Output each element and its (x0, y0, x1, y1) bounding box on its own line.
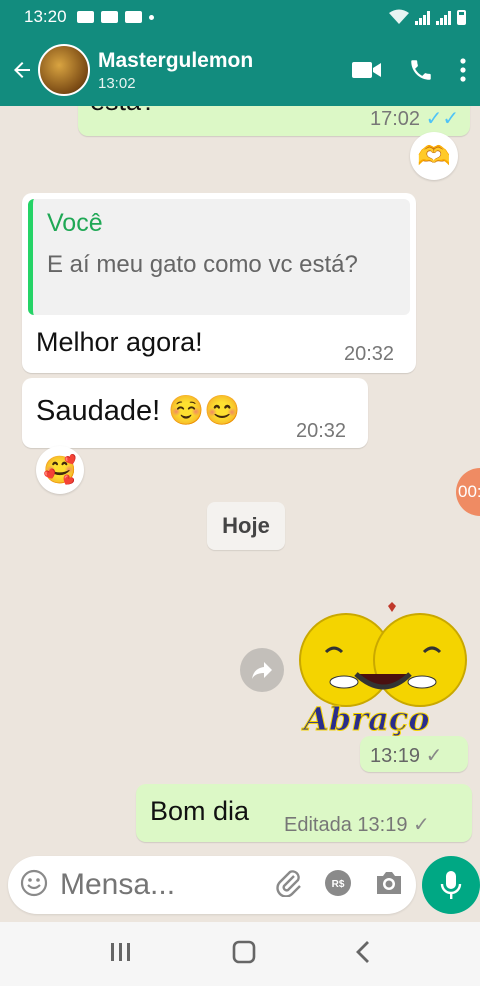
payment-icon: R$ (325, 869, 351, 896)
heart-hands-icon: 🫶 (417, 141, 451, 171)
wifi-icon (389, 9, 409, 24)
status-bar: 13:20 (0, 0, 480, 34)
youtube-notification-icon (124, 11, 142, 23)
emoji-icon (20, 869, 48, 896)
camera-button[interactable] (374, 870, 404, 901)
contact-name: Mastergulemon (98, 48, 254, 72)
contact-info[interactable]: Mastergulemon 13:02 (98, 49, 253, 92)
more-notifications-icon (148, 14, 154, 20)
system-icons (389, 9, 466, 25)
battery-icon (457, 10, 466, 25)
smiling-face-hearts-icon: 🥰 (43, 455, 77, 485)
more-vert-icon (460, 58, 466, 82)
voice-call-button[interactable] (408, 57, 434, 83)
last-seen: 13:02 (98, 74, 136, 92)
message-time: 20:32 (344, 343, 395, 365)
quote-text: E aí meu gato como vc está? (47, 251, 358, 278)
svg-text:R$: R$ (332, 879, 345, 890)
date-label: Hoje (222, 513, 270, 538)
time-label: 13:19 (357, 814, 408, 836)
message-bubble-incoming[interactable]: Você E aí meu gato como vc está? Melhor … (22, 193, 416, 373)
message-input[interactable] (60, 868, 220, 902)
message-text: Saudade! ☺️😊 (36, 395, 241, 427)
sticker-caption: Abraço (304, 700, 431, 739)
home-button[interactable] (232, 940, 256, 969)
reaction-badge[interactable]: 🥰 (36, 446, 84, 494)
back-chevron-icon (355, 940, 369, 963)
message-text: Bom dia (150, 796, 250, 826)
message-composer: R$ (8, 856, 416, 914)
message-time: 20:32 (296, 420, 347, 442)
forward-button[interactable] (240, 648, 284, 692)
paperclip-icon (276, 869, 301, 898)
forward-icon (252, 662, 272, 679)
back-arrow-icon (14, 62, 30, 78)
sent-tick-icon: ✓ (413, 814, 430, 836)
chat-area[interactable]: está? 17:02 ✓✓ 🫶 Você E aí meu gato como… (0, 106, 480, 856)
signal-2-icon (436, 11, 451, 25)
system-navigation-bar (0, 922, 480, 986)
app-notification-icon (100, 11, 118, 23)
message-text: está? (90, 106, 156, 117)
date-divider: Hoje (207, 502, 285, 550)
time-label: 13:19 (370, 745, 421, 767)
back-nav-button[interactable] (355, 940, 371, 969)
message-edited-meta: Editada 13:19 ✓ (284, 812, 430, 837)
message-bubble-outgoing[interactable]: Bom dia Editada 13:19 ✓ (136, 784, 472, 842)
payment-button[interactable]: R$ (324, 869, 352, 902)
sticker-time-chip: 13:19 ✓ (360, 736, 468, 772)
sent-tick-icon: ✓ (425, 745, 443, 767)
message-time: 17:02 ✓✓ (370, 106, 459, 131)
signal-icon (415, 11, 430, 25)
avatar[interactable] (38, 44, 90, 96)
chat-header: Mastergulemon 13:02 (0, 34, 480, 106)
recents-button[interactable] (109, 941, 133, 968)
attach-button[interactable] (276, 869, 302, 902)
message-bubble-outgoing[interactable]: está? 17:02 ✓✓ (78, 106, 470, 136)
quote-author: Você (47, 209, 103, 237)
video-call-icon (352, 62, 381, 78)
notification-icons (76, 11, 154, 23)
mic-icon (440, 871, 462, 899)
gallery-notification-icon (76, 11, 94, 23)
emoji-button[interactable] (20, 869, 48, 902)
quoted-message[interactable]: Você E aí meu gato como vc está? (28, 199, 410, 315)
message-time: 13:19 ✓ (370, 743, 442, 768)
sticker-abraco[interactable]: Abraço (296, 602, 470, 739)
home-icon (232, 940, 256, 963)
camera-icon (377, 871, 401, 894)
time-label: 17:02 (370, 108, 421, 130)
reaction-badge[interactable]: 🫶 (410, 132, 458, 180)
edited-label: Editada (284, 814, 352, 836)
message-text: Melhor agora! (36, 327, 203, 357)
status-time: 13:20 (24, 7, 67, 26)
read-ticks-icon: ✓✓ (425, 108, 460, 130)
voice-message-button[interactable] (422, 856, 480, 914)
video-call-button[interactable] (352, 60, 382, 80)
floating-badge[interactable]: 00: (456, 468, 480, 516)
more-options-button[interactable] (460, 58, 466, 82)
floating-badge-text: 00: (458, 482, 480, 501)
message-bubble-incoming[interactable]: Saudade! ☺️😊 20:32 (22, 378, 368, 448)
recents-icon (111, 942, 131, 961)
phone-icon (411, 60, 431, 80)
